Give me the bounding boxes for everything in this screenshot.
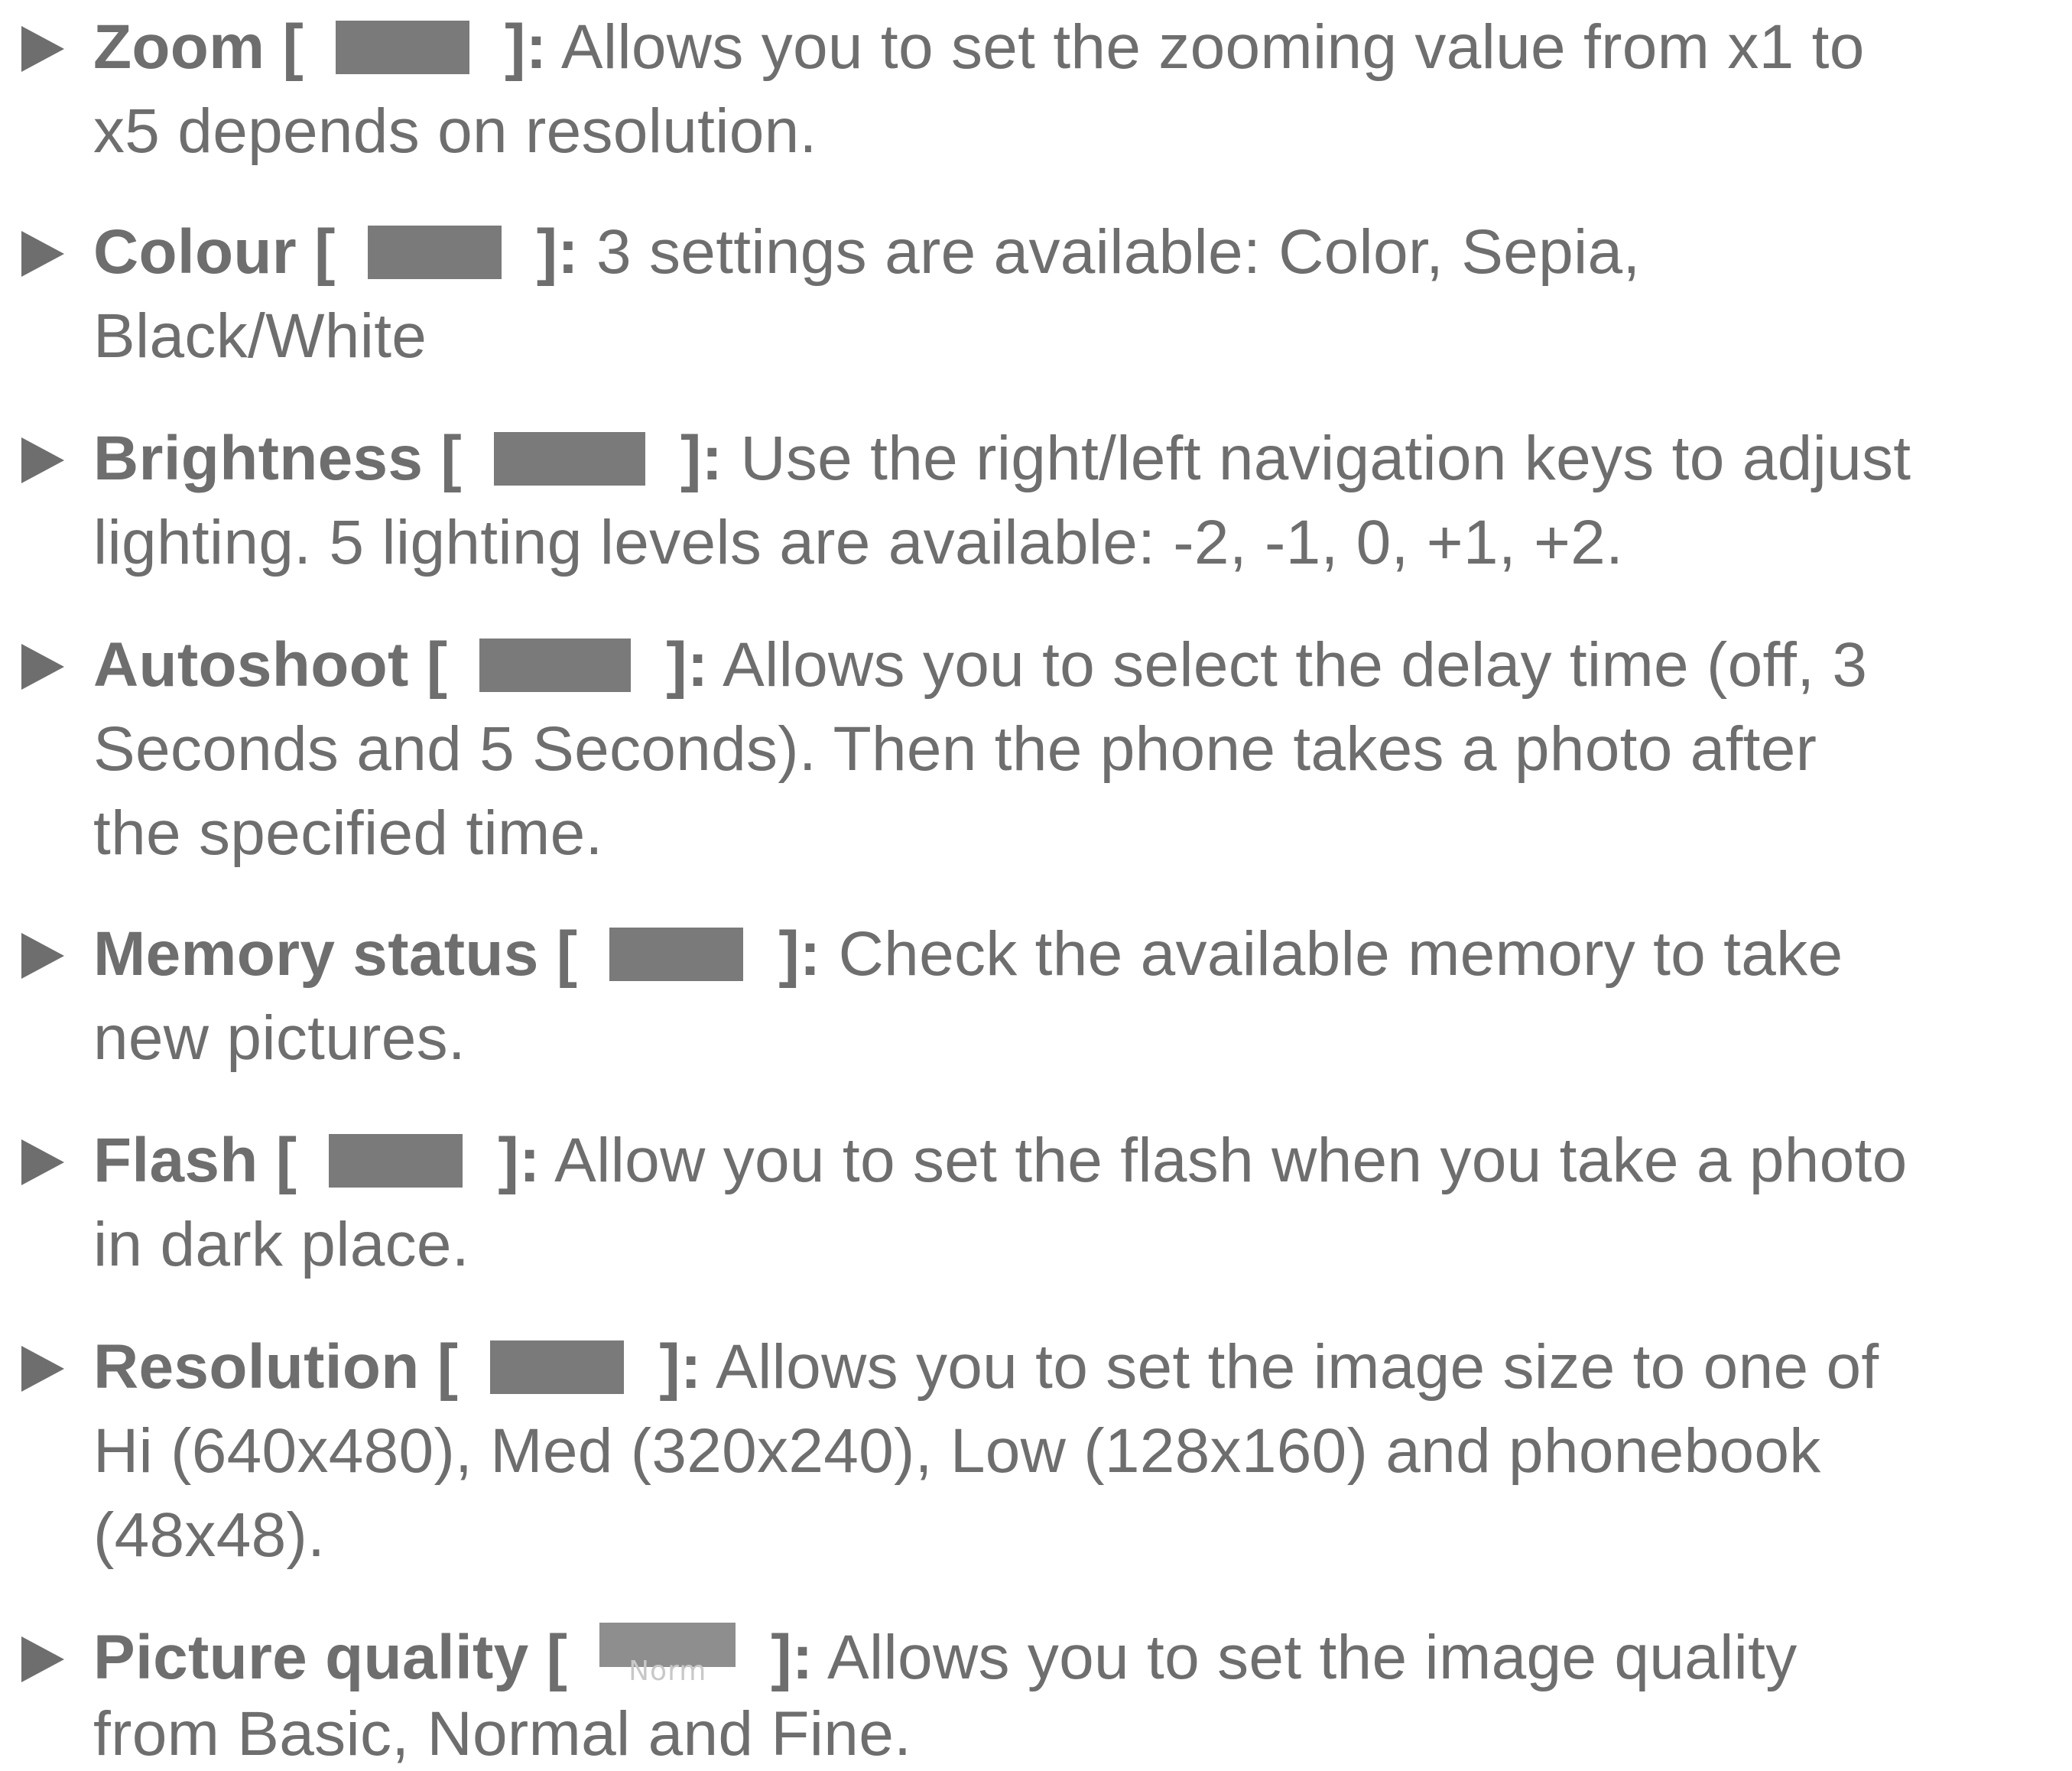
manual-page: Zoom []: Allows you to set the zooming v… — [0, 0, 2072, 1770]
close-bracket: ]: — [659, 1332, 702, 1402]
option-description-line: from Basic, Normal and Fine. — [93, 1699, 912, 1769]
close-bracket: ]: — [778, 919, 821, 989]
option-heading-line: Flash []: Allow you to set the flash whe… — [93, 1124, 1908, 1197]
option-title: Colour — [93, 217, 297, 287]
option-heading-line: Brightness []: Use the right/left naviga… — [93, 422, 1911, 496]
bullet-arrow-icon — [21, 231, 64, 277]
bullet-arrow-icon — [21, 933, 64, 979]
option-description-line: Seconds and 5 Seconds). Then the phone t… — [93, 714, 1817, 784]
resolution-icon — [490, 1340, 625, 1394]
option-description: Allows you to set the image size to one … — [716, 1332, 1879, 1402]
close-bracket: ]: — [505, 12, 547, 82]
option-description: Allows you to set the zooming value from… — [560, 12, 1865, 82]
option-description-line: (48x48). — [93, 1500, 326, 1570]
option-description: Allows you to set the image quality — [827, 1623, 1798, 1692]
option-description-line: new pictures. — [93, 1003, 466, 1073]
open-bracket: [ — [556, 919, 578, 989]
option-description-line: in dark place. — [93, 1210, 469, 1279]
zoom-icon — [336, 21, 470, 74]
option-title: Picture quality — [93, 1623, 529, 1692]
open-bracket: [ — [440, 424, 463, 493]
close-bracket: ]: — [666, 630, 709, 700]
option-title: Flash — [93, 1126, 258, 1195]
option-heading-line: Colour []: 3 settings are available: Col… — [93, 216, 1641, 289]
flash-icon — [329, 1134, 463, 1188]
option-title: Brightness — [93, 424, 424, 493]
bullet-arrow-icon — [21, 437, 64, 483]
open-bracket: [ — [426, 630, 448, 700]
picture-quality-icon: Norm — [599, 1623, 736, 1687]
option-heading-line: Picture quality [ Norm]: Allows you to se… — [93, 1621, 1798, 1695]
option-heading-line: Autoshoot []: Allows you to select the d… — [93, 629, 1867, 702]
bullet-arrow-icon — [21, 1636, 64, 1682]
option-title: Memory status — [93, 919, 539, 989]
option-description: Check the available memory to take — [838, 919, 1843, 989]
option-description-line: x5 depends on resolution. — [93, 96, 817, 166]
option-description-line: Black/White — [93, 301, 427, 371]
option-title: Autoshoot — [93, 630, 409, 700]
open-bracket: [ — [275, 1126, 297, 1195]
option-title: Resolution — [93, 1332, 420, 1402]
bullet-arrow-icon — [21, 1346, 64, 1392]
option-description: Allow you to set the flash when you take… — [554, 1126, 1908, 1195]
option-description: Use the right/left navigation keys to ad… — [740, 424, 1911, 493]
option-title: Zoom — [93, 12, 265, 82]
option-heading-line: Zoom []: Allows you to set the zooming v… — [93, 11, 1865, 84]
open-bracket: [ — [282, 12, 304, 82]
memory-status-icon — [609, 928, 744, 981]
option-heading-line: Resolution []: Allows you to set the ima… — [93, 1331, 1879, 1404]
picture-quality-icon-label: Norm — [628, 1656, 707, 1687]
bullet-arrow-icon — [21, 1139, 64, 1185]
colour-icon — [367, 226, 502, 279]
close-bracket: ]: — [498, 1126, 541, 1195]
open-bracket: [ — [546, 1623, 568, 1692]
bullet-arrow-icon — [21, 26, 64, 72]
option-description-line: the specified time. — [93, 798, 603, 868]
open-bracket: [ — [314, 217, 336, 287]
brightness-icon — [494, 432, 646, 486]
option-description: Allows you to select the delay time (off… — [723, 630, 1868, 700]
autoshoot-icon — [479, 639, 632, 692]
close-bracket: ]: — [771, 1623, 814, 1692]
close-bracket: ]: — [680, 424, 723, 493]
option-heading-line: Memory status []: Check the available me… — [93, 918, 1843, 991]
option-description-line: lighting. 5 lighting levels are availabl… — [93, 508, 1624, 577]
bullet-arrow-icon — [21, 644, 64, 690]
option-description: 3 settings are available: Color, Sepia, — [596, 217, 1641, 287]
option-description-line: Hi (640x480), Med (320x240), Low (128x16… — [93, 1416, 1821, 1486]
close-bracket: ]: — [536, 217, 579, 287]
open-bracket: [ — [437, 1332, 459, 1402]
